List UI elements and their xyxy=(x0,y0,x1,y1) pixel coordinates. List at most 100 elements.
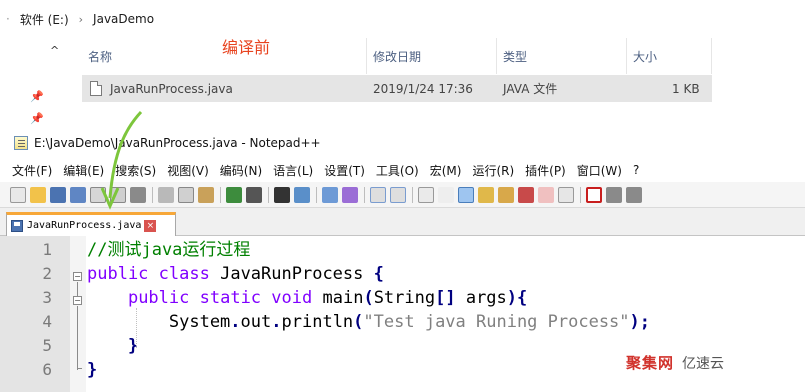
code-line[interactable]: 2 public class JavaRunProcess { xyxy=(0,262,805,286)
menu-run[interactable]: 运行(R) xyxy=(472,162,514,179)
code-token: println xyxy=(281,312,354,332)
column-size[interactable]: 大小 xyxy=(627,38,712,74)
toolbar-separator xyxy=(268,186,269,203)
file-explorer: · 软件 (E:) › JavaDemo ^ 📌 📌 名称 修改日期 类型 大小… xyxy=(0,0,805,128)
menu-bar: 文件(F) 编辑(E) 搜索(S) 视图(V) 编码(N) 语言(L) 设置(T… xyxy=(0,158,805,182)
line-number: 2 xyxy=(42,264,52,283)
menu-plugins[interactable]: 插件(P) xyxy=(525,162,566,179)
cut-icon[interactable] xyxy=(158,186,174,203)
paste-icon[interactable] xyxy=(198,186,214,203)
language-icon[interactable] xyxy=(478,186,494,203)
monitoring-icon[interactable] xyxy=(558,186,574,203)
copy-icon[interactable] xyxy=(178,186,194,203)
stop-macro-icon[interactable] xyxy=(606,186,622,203)
code-line[interactable]: 1 //测试java运行过程 xyxy=(0,238,805,262)
code-token: main xyxy=(312,288,364,308)
toolbar-separator xyxy=(412,186,413,203)
menu-tools[interactable]: 工具(O) xyxy=(376,162,419,179)
play-macro-icon[interactable] xyxy=(626,186,642,203)
code-line[interactable]: 4 System.out.println("Test java Runing P… xyxy=(0,310,805,334)
column-modified[interactable]: 修改日期 xyxy=(367,38,497,74)
indent-guide-icon[interactable] xyxy=(458,186,474,203)
code-token: } xyxy=(87,360,98,380)
indent-guide xyxy=(136,308,137,348)
chevron-up-icon[interactable]: ^ xyxy=(50,44,59,57)
undo-icon[interactable] xyxy=(226,186,242,203)
replace-icon[interactable] xyxy=(294,186,310,203)
code-token: ( xyxy=(363,288,374,308)
menu-macro[interactable]: 宏(M) xyxy=(430,162,462,179)
code-token: ){ xyxy=(506,288,528,308)
menu-view[interactable]: 视图(V) xyxy=(167,162,209,179)
line-number: 6 xyxy=(42,360,52,379)
fold-line-end xyxy=(77,368,82,369)
doc-map-icon[interactable] xyxy=(498,186,514,203)
zoom-in-icon[interactable] xyxy=(322,186,338,203)
pin-icon[interactable]: 📌 xyxy=(30,90,44,103)
tab-active-file[interactable]: JavaRunProcess.java × xyxy=(6,212,176,236)
watermark-brand: 聚集网 xyxy=(626,354,675,372)
save-all-icon[interactable] xyxy=(70,186,86,203)
code-token: static xyxy=(199,288,262,308)
code-token: "Test java Runing Process" xyxy=(363,312,630,332)
menu-search[interactable]: 搜索(S) xyxy=(115,162,156,179)
fold-toggle-method[interactable]: − xyxy=(73,296,82,305)
fold-toggle-class[interactable]: − xyxy=(73,272,82,281)
code-token: public xyxy=(87,264,149,284)
line-number: 3 xyxy=(42,288,52,307)
menu-language[interactable]: 语言(L) xyxy=(273,162,313,179)
breadcrumb-folder[interactable]: JavaDemo xyxy=(93,12,154,26)
code-token: . xyxy=(271,312,282,332)
code-token: public xyxy=(127,288,190,308)
close-tab-icon[interactable]: × xyxy=(144,219,157,232)
sync-vertical-icon[interactable] xyxy=(370,186,386,203)
new-file-icon[interactable] xyxy=(10,186,26,203)
chevron-right-icon: › xyxy=(78,12,84,26)
toolbar-separator xyxy=(364,186,365,203)
code-token: String xyxy=(373,288,436,308)
open-file-icon[interactable] xyxy=(30,186,46,203)
title-bar: E:\JavaDemo\JavaRunProcess.java - Notepa… xyxy=(0,128,805,158)
code-line[interactable]: 3 public static void main(String[] args)… xyxy=(0,286,805,310)
breadcrumb-lead: · xyxy=(6,12,10,26)
menu-help[interactable]: ? xyxy=(633,163,639,177)
breadcrumb-drive[interactable]: 软件 (E:) xyxy=(20,11,69,28)
zoom-out-icon[interactable] xyxy=(342,186,358,203)
toolbar-separator xyxy=(152,186,153,203)
sync-horizontal-icon[interactable] xyxy=(390,186,406,203)
column-type[interactable]: 类型 xyxy=(497,38,627,74)
close-icon[interactable] xyxy=(90,186,106,203)
code-token: { xyxy=(373,264,384,284)
code-token: System xyxy=(87,312,231,332)
redo-icon[interactable] xyxy=(246,186,262,203)
menu-encoding[interactable]: 编码(N) xyxy=(220,162,262,179)
menu-settings[interactable]: 设置(T) xyxy=(324,162,365,179)
code-text: } xyxy=(87,334,138,358)
record-macro-icon[interactable] xyxy=(586,186,602,203)
breadcrumb: · 软件 (E:) › JavaDemo xyxy=(0,0,805,38)
print-icon[interactable] xyxy=(130,186,146,203)
file-row[interactable]: JavaRunProcess.java 2019/1/24 17:36 JAVA… xyxy=(82,75,712,102)
menu-window[interactable]: 窗口(W) xyxy=(577,162,622,179)
folder-workspace-icon[interactable] xyxy=(538,186,554,203)
code-token: class xyxy=(158,264,210,284)
function-list-icon[interactable] xyxy=(518,186,534,203)
code-token: out xyxy=(240,312,272,332)
show-all-chars-icon[interactable] xyxy=(438,186,454,203)
save-icon xyxy=(11,219,23,232)
code-token: . xyxy=(230,312,241,332)
find-icon[interactable] xyxy=(274,186,290,203)
word-wrap-icon[interactable] xyxy=(418,186,434,203)
watermark-site: 亿速云 xyxy=(682,355,725,372)
code-text: System.out.println("Test java Runing Pro… xyxy=(87,310,650,334)
pin-icon[interactable]: 📌 xyxy=(30,112,44,125)
code-token: [] xyxy=(435,288,456,308)
menu-edit[interactable]: 编辑(E) xyxy=(63,162,104,179)
close-all-icon[interactable] xyxy=(110,186,126,203)
menu-file[interactable]: 文件(F) xyxy=(12,162,52,179)
save-icon[interactable] xyxy=(50,186,66,203)
